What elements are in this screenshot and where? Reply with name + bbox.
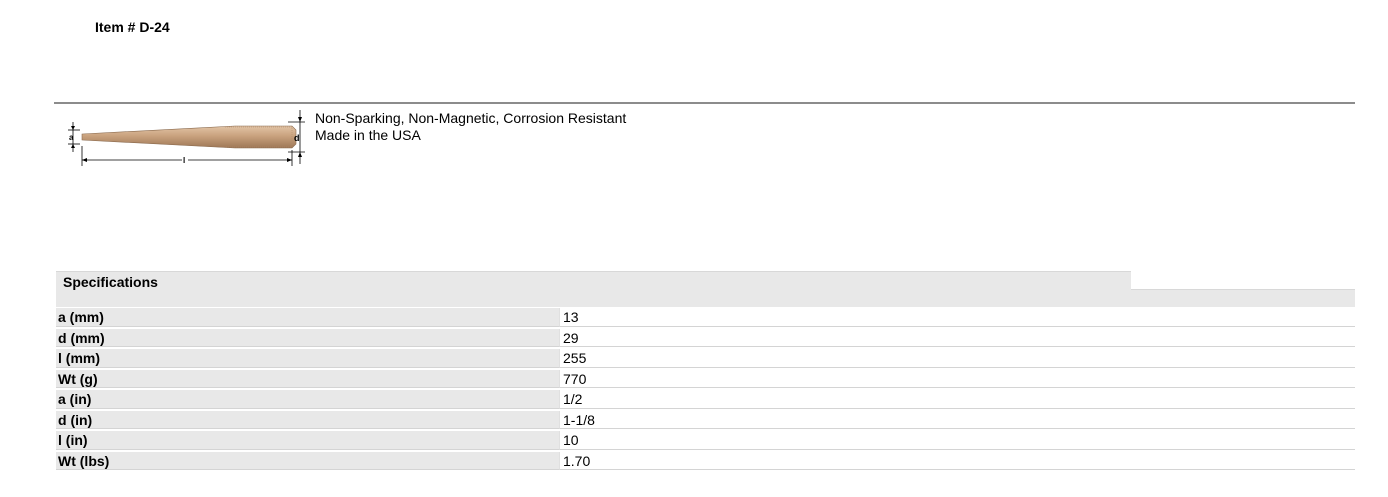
- spec-value: 1.70: [559, 451, 1355, 470]
- spec-label: a (in): [56, 390, 559, 409]
- table-row: a (in) 1/2: [56, 390, 1355, 409]
- spec-value: 1/2: [559, 390, 1355, 409]
- table-row: Wt (lbs) 1.70: [56, 451, 1355, 470]
- dimension-label-d: d: [294, 133, 300, 143]
- divider: [54, 102, 1355, 104]
- table-row: d (in) 1-1/8: [56, 410, 1355, 429]
- spec-label: Wt (g): [56, 369, 559, 388]
- drift-punch-icon: a d l: [68, 110, 305, 166]
- product-page: Item # D-24 a d l Non-Sparking, Non-Magn…: [0, 0, 1388, 497]
- spec-value: 255: [559, 349, 1355, 368]
- table-row: a (mm) 13: [56, 308, 1355, 327]
- feature-item: Made in the USA: [315, 127, 421, 143]
- table-row: Wt (g) 770: [56, 369, 1355, 388]
- specifications-table: a (mm) 13 d (mm) 29 l (mm) 255 Wt (g) 77…: [56, 308, 1355, 472]
- spec-value: 10: [559, 431, 1355, 450]
- table-row: l (mm) 255: [56, 349, 1355, 368]
- spec-value: 1-1/8: [559, 410, 1355, 429]
- dimension-label-a: a: [69, 133, 74, 142]
- table-row: d (mm) 29: [56, 328, 1355, 347]
- feature-list: Non-Sparking, Non-Magnetic, Corrosion Re…: [315, 110, 626, 144]
- item-title: Item # D-24: [95, 19, 170, 35]
- specifications-title: Specifications: [63, 274, 158, 290]
- spec-value: 13: [559, 308, 1355, 327]
- feature-item: Non-Sparking, Non-Magnetic, Corrosion Re…: [315, 110, 627, 126]
- spec-value: 770: [559, 369, 1355, 388]
- product-image: a d l: [60, 108, 310, 170]
- spec-label: Wt (lbs): [56, 451, 559, 470]
- specifications-header: Specifications: [56, 271, 1131, 307]
- dimension-label-l: l: [183, 156, 185, 165]
- spec-value: 29: [559, 328, 1355, 347]
- spec-label: a (mm): [56, 308, 559, 327]
- spec-label: l (in): [56, 431, 559, 450]
- spec-label: l (mm): [56, 349, 559, 368]
- spec-label: d (in): [56, 410, 559, 429]
- table-row: l (in) 10: [56, 431, 1355, 450]
- specifications-header-extension: [1131, 289, 1355, 307]
- spec-label: d (mm): [56, 328, 559, 347]
